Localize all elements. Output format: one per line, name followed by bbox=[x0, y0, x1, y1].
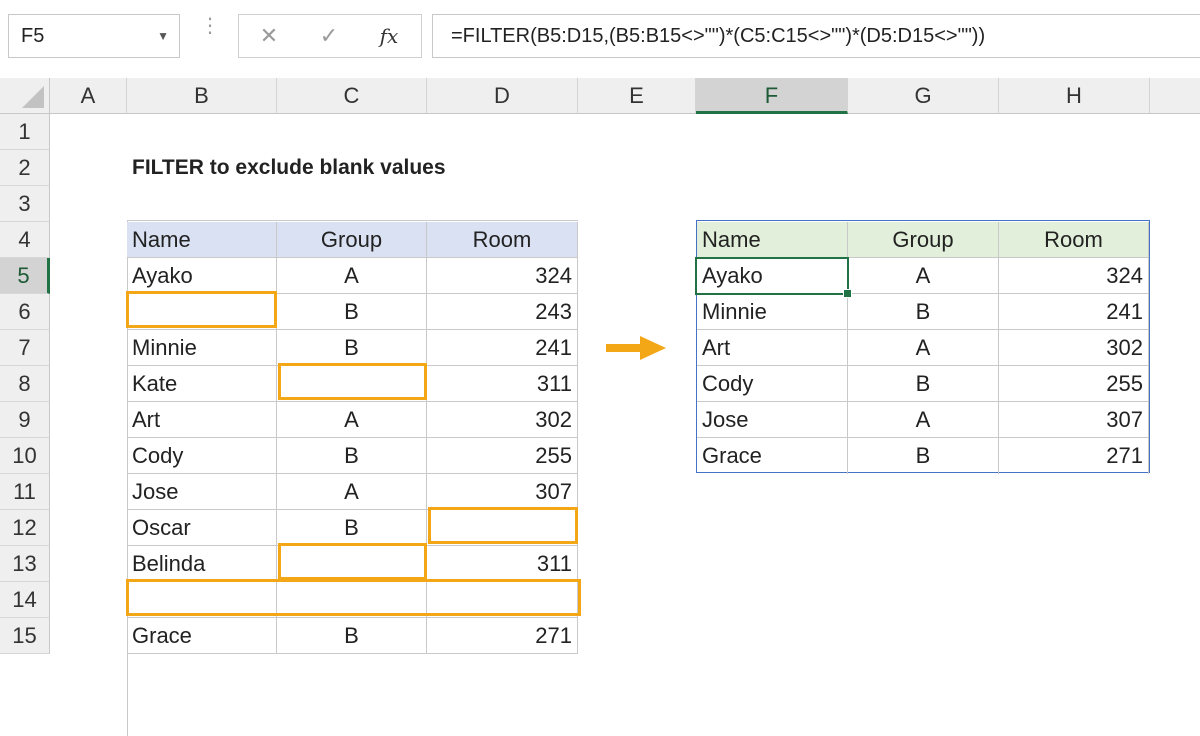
row-header-12[interactable]: 12 bbox=[0, 510, 50, 546]
select-all-button[interactable] bbox=[0, 78, 50, 114]
source-name-cell[interactable]: Jose bbox=[127, 474, 277, 510]
source-header-room[interactable]: Room bbox=[427, 222, 578, 258]
column-header-b[interactable]: B bbox=[127, 78, 277, 114]
row-header-5[interactable]: 5 bbox=[0, 258, 50, 294]
row-header-13[interactable]: 13 bbox=[0, 546, 50, 582]
source-group-cell[interactable]: B bbox=[277, 294, 427, 330]
dropdown-arrow-icon[interactable]: ▼ bbox=[157, 15, 169, 57]
source-name-cell[interactable]: Kate bbox=[127, 366, 277, 402]
sheet-title[interactable]: FILTER to exclude blank values bbox=[127, 150, 607, 186]
blank-highlight bbox=[278, 543, 427, 580]
row-header-4[interactable]: 4 bbox=[0, 222, 50, 258]
source-room-cell[interactable]: 311 bbox=[427, 546, 578, 582]
source-group-cell[interactable]: A bbox=[277, 402, 427, 438]
result-room-cell[interactable]: 302 bbox=[999, 330, 1149, 366]
column-header-f[interactable]: F bbox=[696, 78, 848, 114]
blank-highlight bbox=[428, 507, 578, 544]
column-header-g[interactable]: G bbox=[848, 78, 999, 114]
column-header-a[interactable]: A bbox=[50, 78, 127, 114]
result-name-cell[interactable]: Jose bbox=[697, 402, 848, 438]
result-room-cell[interactable]: 241 bbox=[999, 294, 1149, 330]
name-box-value: F5 bbox=[21, 25, 45, 47]
row-header-9[interactable]: 9 bbox=[0, 402, 50, 438]
source-name-cell[interactable]: Grace bbox=[127, 618, 277, 654]
source-room-cell[interactable]: 324 bbox=[427, 258, 578, 294]
active-cell-selection[interactable] bbox=[695, 257, 852, 298]
row-header-8[interactable]: 8 bbox=[0, 366, 50, 402]
row-header-15[interactable]: 15 bbox=[0, 618, 50, 654]
source-group-cell[interactable]: B bbox=[277, 510, 427, 546]
row-header-2[interactable]: 2 bbox=[0, 150, 50, 186]
formula-buttons: ✕ ✓ fx bbox=[238, 14, 422, 58]
row-header-10[interactable]: 10 bbox=[0, 438, 50, 474]
row-header-6[interactable]: 6 bbox=[0, 294, 50, 330]
source-group-cell[interactable]: B bbox=[277, 618, 427, 654]
column-header-c[interactable]: C bbox=[277, 78, 427, 114]
formula-input[interactable]: =FILTER(B5:D15,(B5:B15<>"")*(C5:C15<>"")… bbox=[432, 14, 1200, 58]
fill-handle[interactable] bbox=[843, 289, 852, 298]
result-group-cell[interactable]: A bbox=[848, 258, 999, 294]
formula-bar: F5 ▼ ⋮ ✕ ✓ fx =FILTER(B5:D15,(B5:B15<>""… bbox=[0, 0, 1200, 78]
result-room-cell[interactable]: 324 bbox=[999, 258, 1149, 294]
source-room-cell[interactable]: 307 bbox=[427, 474, 578, 510]
source-group-cell[interactable]: B bbox=[277, 330, 427, 366]
more-icon[interactable]: ⋮ bbox=[200, 16, 220, 54]
source-name-cell[interactable]: Ayako bbox=[127, 258, 277, 294]
name-box[interactable]: F5 ▼ bbox=[8, 14, 180, 58]
result-header-group[interactable]: Group bbox=[848, 222, 999, 258]
blank-highlight bbox=[126, 291, 277, 328]
row-header-14[interactable]: 14 bbox=[0, 582, 50, 618]
source-name-cell[interactable]: Art bbox=[127, 402, 277, 438]
cancel-icon[interactable]: ✕ bbox=[249, 15, 289, 57]
result-name-cell[interactable]: Cody bbox=[697, 366, 848, 402]
result-room-cell[interactable]: 271 bbox=[999, 438, 1149, 474]
source-group-cell[interactable]: B bbox=[277, 438, 427, 474]
source-name-cell[interactable]: Cody bbox=[127, 438, 277, 474]
result-room-cell[interactable]: 307 bbox=[999, 402, 1149, 438]
function-icon[interactable]: fx bbox=[369, 15, 409, 57]
result-group-cell[interactable]: A bbox=[848, 402, 999, 438]
column-header-d[interactable]: D bbox=[427, 78, 578, 114]
result-name-cell[interactable]: Art bbox=[697, 330, 848, 366]
source-room-cell[interactable]: 255 bbox=[427, 438, 578, 474]
source-group-cell[interactable]: A bbox=[277, 474, 427, 510]
row-header-11[interactable]: 11 bbox=[0, 474, 50, 510]
row-header-1[interactable]: 1 bbox=[0, 114, 50, 150]
row-header-7[interactable]: 7 bbox=[0, 330, 50, 366]
source-header-group[interactable]: Group bbox=[277, 222, 427, 258]
source-room-cell[interactable]: 243 bbox=[427, 294, 578, 330]
result-header-room[interactable]: Room bbox=[999, 222, 1149, 258]
source-name-cell[interactable]: Belinda bbox=[127, 546, 277, 582]
column-header-h[interactable]: H bbox=[999, 78, 1150, 114]
source-room-cell[interactable]: 271 bbox=[427, 618, 578, 654]
right-arrow-icon bbox=[606, 336, 666, 360]
worksheet-grid: A B C D E F G H 1 2 3 4 5 6 7 8 9 10 11 … bbox=[0, 78, 1200, 736]
result-header-name[interactable]: Name bbox=[697, 222, 848, 258]
result-group-cell[interactable]: B bbox=[848, 294, 999, 330]
source-name-cell[interactable]: Minnie bbox=[127, 330, 277, 366]
result-group-cell[interactable]: B bbox=[848, 366, 999, 402]
blank-highlight bbox=[126, 579, 581, 616]
column-header-i[interactable] bbox=[1150, 78, 1200, 114]
source-room-cell[interactable]: 241 bbox=[427, 330, 578, 366]
result-group-cell[interactable]: B bbox=[848, 438, 999, 474]
row-header-3[interactable]: 3 bbox=[0, 186, 50, 222]
source-name-cell[interactable]: Oscar bbox=[127, 510, 277, 546]
source-group-cell[interactable]: A bbox=[277, 258, 427, 294]
result-name-cell[interactable]: Grace bbox=[697, 438, 848, 474]
blank-highlight bbox=[278, 363, 427, 400]
result-name-cell[interactable]: Minnie bbox=[697, 294, 848, 330]
source-header-name[interactable]: Name bbox=[127, 222, 277, 258]
column-header-e[interactable]: E bbox=[578, 78, 696, 114]
result-room-cell[interactable]: 255 bbox=[999, 366, 1149, 402]
enter-icon[interactable]: ✓ bbox=[309, 15, 349, 57]
source-room-cell[interactable]: 311 bbox=[427, 366, 578, 402]
source-room-cell[interactable]: 302 bbox=[427, 402, 578, 438]
select-all-icon bbox=[22, 86, 44, 108]
result-group-cell[interactable]: A bbox=[848, 330, 999, 366]
